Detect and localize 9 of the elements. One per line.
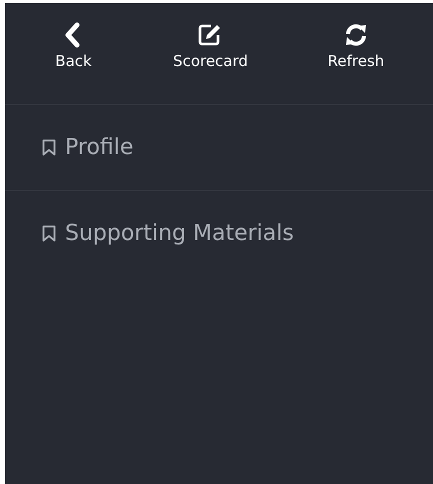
refresh-icon [344, 22, 368, 48]
menu-item[interactable]: Profile [42, 135, 134, 160]
toolbar-button[interactable]: Refresh [328, 3, 384, 70]
menu-item[interactable]: Supporting Materials [42, 221, 294, 246]
toolbar-button[interactable]: Scorecard [173, 3, 248, 70]
bookmark-icon [42, 225, 56, 242]
bookmark-icon [42, 139, 56, 156]
toolbar-button[interactable]: Back [55, 3, 92, 70]
back-icon [65, 22, 82, 48]
